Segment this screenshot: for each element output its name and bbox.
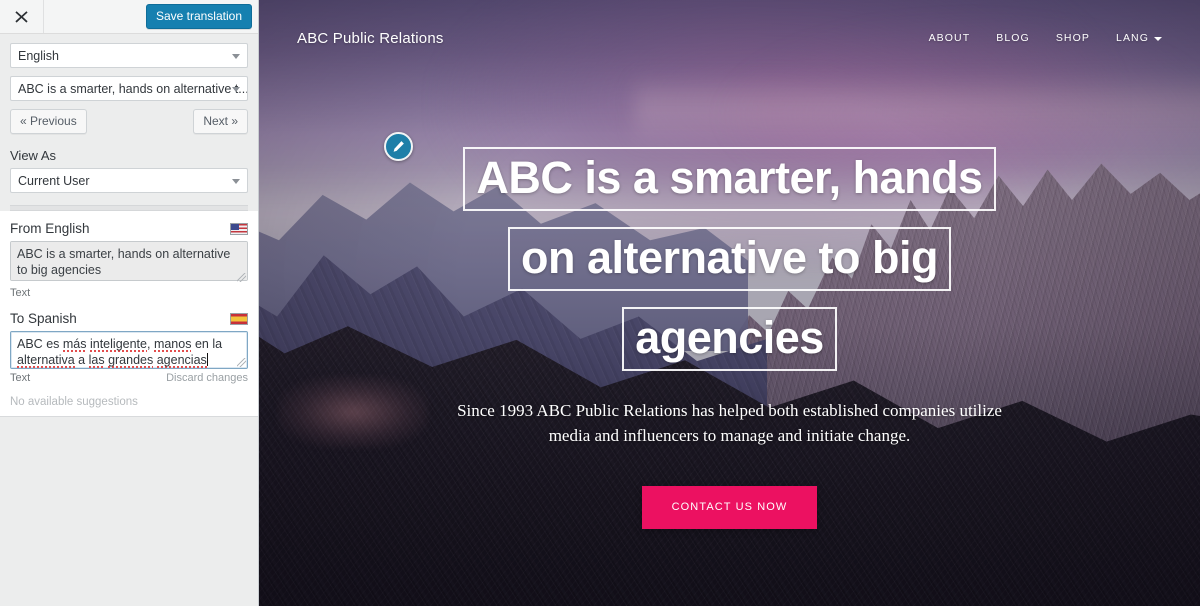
nav-link-label: SHOP bbox=[1055, 32, 1090, 44]
word: ABC bbox=[17, 337, 47, 352]
nav-link-label: LANG bbox=[1116, 32, 1149, 44]
discard-changes-link[interactable]: Discard changes bbox=[166, 372, 248, 384]
hero-heading-line: ABC is a smarter, hands bbox=[410, 147, 1050, 228]
translation-sidebar: Save translation English ABC is a smarte… bbox=[0, 0, 259, 606]
previous-button[interactable]: « Previous bbox=[10, 109, 87, 135]
sidebar-toolbar: Save translation bbox=[0, 0, 258, 34]
target-type-label: Text bbox=[10, 372, 31, 385]
chevron-down-icon bbox=[232, 53, 240, 59]
misspelled-word: alternativa bbox=[17, 353, 75, 369]
suggestions-text: No available suggestions bbox=[10, 396, 138, 409]
word: en la bbox=[191, 337, 223, 352]
misspelled-word: manos bbox=[153, 337, 192, 353]
nav-link-label: BLOG bbox=[996, 32, 1030, 44]
misspelled-word: grandes bbox=[108, 353, 154, 369]
nav-link-about[interactable]: ABOUT bbox=[929, 32, 971, 44]
hero-heading-line-text[interactable]: on alternative to big bbox=[507, 227, 952, 291]
view-as-select[interactable]: Current User bbox=[10, 168, 248, 194]
misspelled-word: agencias bbox=[156, 353, 207, 369]
view-as-label: View As bbox=[10, 148, 57, 164]
sidebar-empty-area bbox=[0, 417, 258, 606]
hero-heading-line-text[interactable]: ABC is a smarter, hands bbox=[463, 147, 996, 211]
nav-link-shop[interactable]: SHOP bbox=[1056, 32, 1090, 44]
word: es bbox=[46, 337, 63, 352]
pencil-icon[interactable] bbox=[383, 132, 413, 161]
source-field-footer: Text bbox=[10, 287, 248, 299]
contact-us-button[interactable]: CONTACT US NOW bbox=[641, 486, 818, 529]
target-field-footer: Text Discard changes bbox=[10, 372, 248, 384]
hero-heading-line: agencies bbox=[410, 307, 1050, 388]
misspelled-word: las bbox=[88, 353, 105, 369]
word: a bbox=[74, 353, 89, 368]
translation-fields-panel: From English Text To Spanish ABC es más … bbox=[0, 211, 258, 418]
site-header: ABC Public Relations ABOUT BLOG SHOP LANG bbox=[259, 0, 1200, 76]
chevron-down-icon bbox=[232, 86, 240, 92]
view-as-select-value: Current User bbox=[18, 173, 90, 188]
next-button[interactable]: Next » bbox=[193, 109, 248, 135]
target-field-label: To Spanish bbox=[10, 311, 77, 327]
string-select-value: ABC is a smarter, hands on alternative t… bbox=[18, 81, 248, 96]
nav-link-label: ABOUT bbox=[928, 32, 971, 44]
source-field-header: From English bbox=[10, 221, 248, 236]
hero-subtitle: Since 1993 ABC Public Relations has help… bbox=[457, 401, 1002, 445]
target-textarea[interactable]: ABC es más inteligente, manos en la alte… bbox=[10, 331, 248, 370]
misspelled-word: más bbox=[62, 337, 87, 353]
string-select[interactable]: ABC is a smarter, hands on alternative t… bbox=[10, 76, 248, 101]
close-icon[interactable] bbox=[0, 0, 44, 33]
target-textarea-wrap: ABC es más inteligente, manos en la alte… bbox=[10, 331, 248, 370]
screen-root: Save translation English ABC is a smarte… bbox=[0, 0, 1200, 606]
hero-section: ABC is a smarter, hands on alternative to… bbox=[259, 0, 1200, 606]
hero-heading-line: on alternative to big bbox=[410, 227, 1050, 308]
target-field-header: To Spanish bbox=[10, 311, 248, 326]
site-nav-links: ABOUT BLOG SHOP LANG bbox=[929, 32, 1162, 44]
nav-link-lang[interactable]: LANG bbox=[1116, 32, 1162, 44]
flag-us-icon bbox=[230, 222, 248, 235]
source-textarea-wrap bbox=[10, 241, 248, 284]
hero-heading: ABC is a smarter, hands on alternative to… bbox=[383, 132, 1050, 388]
misspelled-word: inteligente bbox=[89, 337, 147, 353]
site-brand[interactable]: ABC Public Relations bbox=[297, 30, 444, 47]
flag-es-icon bbox=[230, 312, 248, 325]
source-textarea[interactable] bbox=[10, 241, 248, 282]
chevron-down-icon bbox=[232, 178, 240, 184]
text-caret bbox=[206, 353, 208, 367]
chevron-down-icon bbox=[1154, 36, 1162, 41]
hero-heading-lines: ABC is a smarter, hands on alternative to… bbox=[410, 147, 1050, 388]
word: , bbox=[146, 337, 154, 352]
hero-heading-line-text[interactable]: agencies bbox=[622, 307, 837, 371]
nav-link-blog[interactable]: BLOG bbox=[996, 32, 1030, 44]
site-preview: ABC Public Relations ABOUT BLOG SHOP LANG A… bbox=[259, 0, 1200, 606]
sidebar-controls: English ABC is a smarter, hands on alter… bbox=[0, 34, 258, 212]
source-field-label: From English bbox=[10, 221, 90, 237]
language-select-value: English bbox=[18, 48, 59, 63]
save-translation-button[interactable]: Save translation bbox=[145, 4, 252, 30]
source-type-label: Text bbox=[10, 287, 31, 300]
language-select[interactable]: English bbox=[10, 43, 248, 68]
pagination-row: « Previous Next » bbox=[10, 109, 248, 135]
